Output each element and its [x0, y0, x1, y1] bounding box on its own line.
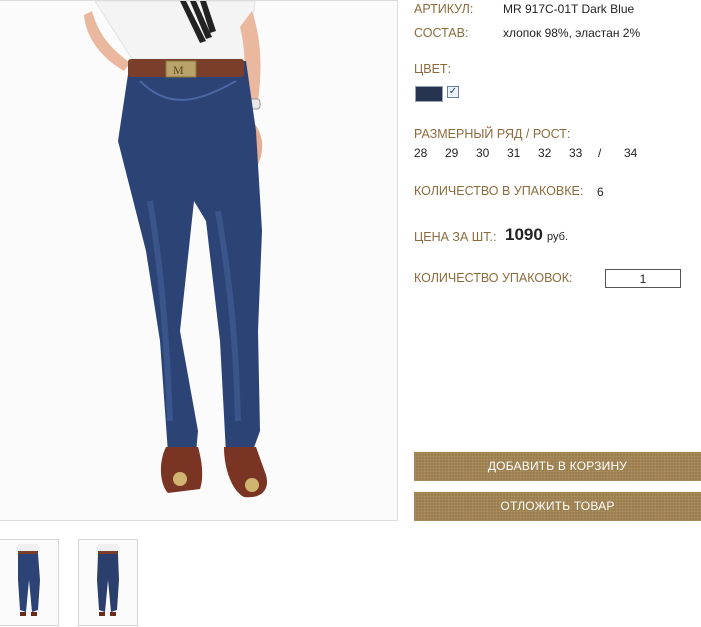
article-value: MR 917C-01T Dark Blue [503, 2, 635, 16]
color-label: ЦВЕТ: [414, 62, 452, 76]
svg-text:M: M [173, 63, 184, 77]
composition-label: СОСТАВ: [414, 26, 469, 40]
color-swatch[interactable] [415, 86, 443, 102]
size-item: 33 [569, 146, 583, 160]
size-item: 30 [476, 146, 490, 160]
packs-count-input[interactable] [605, 269, 681, 288]
article-label: АРТИКУЛ: [414, 2, 474, 16]
main-product-photo: M [0, 0, 398, 521]
size-item: 31 [507, 146, 521, 160]
color-checkbox[interactable]: ✓ [447, 86, 459, 98]
size-item: 28 [414, 146, 428, 160]
save-item-button[interactable]: ОТЛОЖИТЬ ТОВАР [414, 492, 701, 521]
size-separator: / [598, 146, 602, 160]
thumbnail-2[interactable] [78, 539, 138, 626]
composition-value: хлопок 98%, эластан 2% [503, 26, 641, 40]
pack-qty-value: 6 [597, 185, 604, 199]
price-label: ЦЕНА ЗА ШТ.: [414, 230, 497, 244]
size-item: 29 [445, 146, 459, 160]
thumbnail-1[interactable] [0, 539, 59, 626]
size-list: 28 29 30 31 32 33 / 34 [414, 146, 637, 160]
size-item: 32 [538, 146, 552, 160]
price-value: 1090 [505, 225, 543, 244]
price-currency: руб. [547, 231, 568, 243]
size-range-label: РАЗМЕРНЫЙ РЯД / РОСТ: [414, 127, 571, 141]
pack-qty-label: КОЛИЧЕСТВО В УПАКОВКЕ: [414, 184, 584, 198]
height-value: 34 [624, 146, 638, 160]
packs-count-label: КОЛИЧЕСТВО УПАКОВОК: [414, 271, 573, 285]
add-to-cart-button[interactable]: ДОБАВИТЬ В КОРЗИНУ [414, 452, 701, 481]
